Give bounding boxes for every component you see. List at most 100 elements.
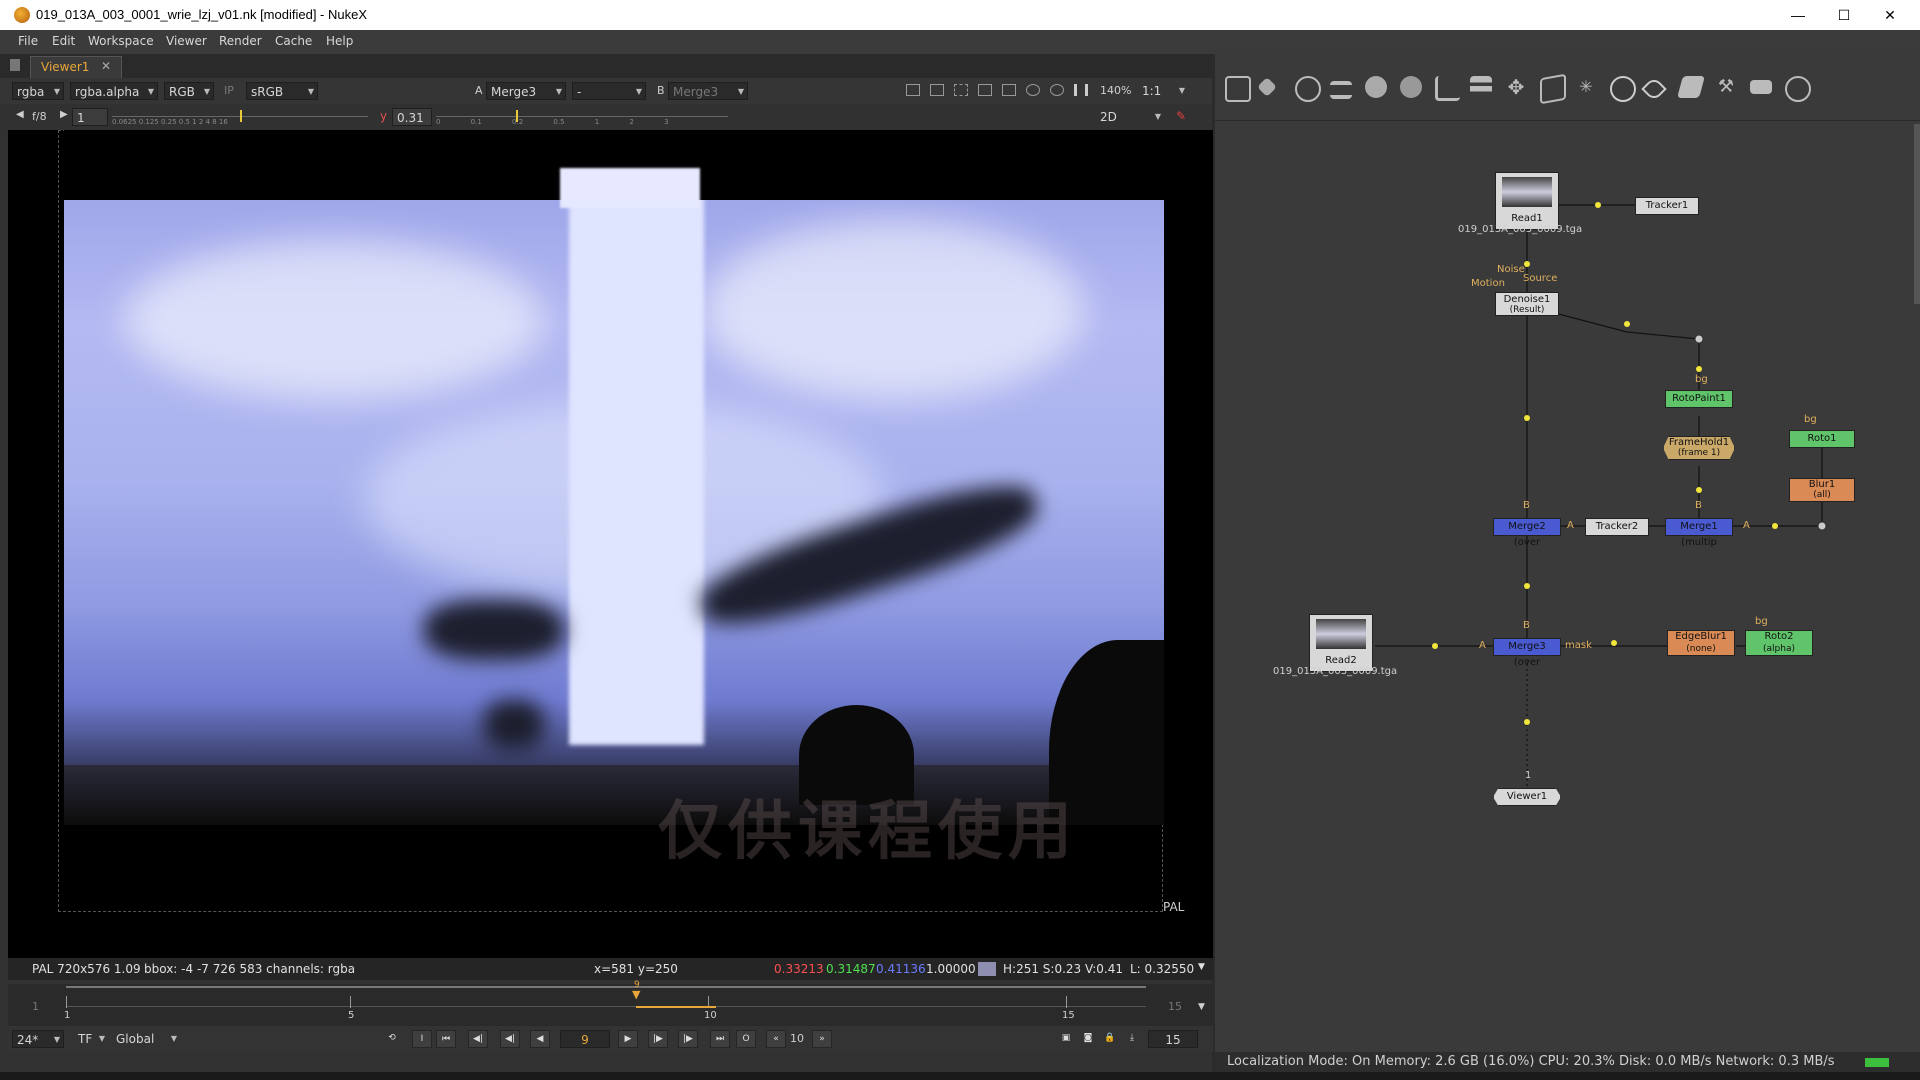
menu-viewer[interactable]: Viewer — [166, 34, 207, 48]
gain-input[interactable]: 1 — [72, 108, 108, 126]
panel-menu-icon[interactable] — [10, 59, 20, 71]
last-frame-icon[interactable]: ⏭ — [710, 1030, 730, 1048]
gamma-input[interactable]: 0.31 — [392, 108, 432, 126]
lut-dropdown[interactable]: sRGB ▼ — [246, 82, 318, 100]
node-tracker2[interactable]: Tracker2 — [1585, 518, 1649, 536]
luma-info: L: 0.32550 — [1130, 962, 1195, 976]
maximize-button[interactable]: ☐ — [1821, 0, 1867, 30]
refresh-icon[interactable] — [1026, 84, 1040, 96]
node-merge2[interactable]: Merge2 (over — [1493, 518, 1561, 548]
clipping-warning-icon[interactable] — [954, 84, 968, 96]
prev-keyframe-icon[interactable]: ◀| — [468, 1030, 488, 1048]
node-blur1[interactable]: Blur1 (all) — [1789, 478, 1855, 502]
wipe-icon[interactable] — [978, 84, 992, 96]
in-point-button[interactable]: I — [412, 1030, 432, 1048]
flipbook-icon[interactable]: ▣ — [1056, 1030, 1076, 1048]
a-input-label: A — [475, 84, 483, 97]
gain-slider-handle[interactable] — [240, 110, 242, 122]
patch-overflow — [560, 168, 700, 208]
current-frame-input[interactable]: 9 — [560, 1030, 610, 1048]
channels-value: rgba — [17, 85, 45, 99]
info-menu-icon[interactable]: ▼ — [1198, 962, 1205, 972]
node-graph-panel[interactable]: ✥ ✳ ⚒ Read1 019_013A_003_0009.tga Tracke… — [1215, 54, 1920, 1054]
fps-dropdown[interactable]: 24* ▼ — [12, 1030, 64, 1048]
proxy-dropdown[interactable]: 1:1 ▼ — [1138, 82, 1188, 100]
node-merge1[interactable]: Merge1 (multip — [1665, 518, 1733, 548]
mask-overlay-icon[interactable] — [930, 84, 944, 96]
close-button[interactable]: ✕ — [1867, 0, 1913, 30]
node-rotopaint1[interactable]: RotoPaint1 — [1665, 390, 1733, 408]
menu-edit[interactable]: Edit — [52, 34, 75, 48]
time-format-dropdown[interactable]: TF ▼ — [74, 1030, 108, 1048]
tab-close-icon[interactable]: ✕ — [101, 59, 111, 73]
paint-pick-icon[interactable]: ✎ — [1176, 109, 1186, 123]
node-viewer1[interactable]: Viewer1 — [1493, 788, 1561, 806]
watermark-text: 仅供课程使用 — [658, 795, 1078, 869]
first-frame-icon[interactable]: ⏮ — [436, 1030, 456, 1048]
skip-forward-icon[interactable]: » — [812, 1030, 832, 1048]
node-roto1[interactable]: Roto1 — [1789, 430, 1855, 448]
menu-render[interactable]: Render — [219, 34, 262, 48]
end-frame-value: 15 — [1165, 1033, 1181, 1047]
play-forward-icon[interactable]: ▶ — [618, 1030, 638, 1048]
fps-value: 24* — [17, 1033, 39, 1047]
skip-frames-value[interactable]: 10 — [790, 1032, 804, 1045]
node-denoise1[interactable]: Denoise1 (Result) — [1495, 292, 1559, 316]
node-read1[interactable]: Read1 — [1495, 172, 1559, 230]
node-tracker1[interactable]: Tracker1 — [1635, 197, 1699, 215]
minimize-button[interactable]: — — [1775, 0, 1821, 30]
play-right-icon[interactable]: ▶ — [60, 109, 68, 120]
viewer-canvas[interactable]: 仅供课程使用 — [8, 130, 1213, 960]
view-mode-dropdown[interactable]: 2D ▼ — [1096, 108, 1164, 126]
nukex-app-icon — [14, 7, 30, 23]
graph-scrollbar[interactable] — [1914, 124, 1920, 304]
menu-file[interactable]: File — [18, 34, 38, 48]
taskbar-strip — [0, 1072, 1920, 1080]
tab-viewer1[interactable]: Viewer1 ✕ — [30, 56, 122, 79]
zoom-value[interactable]: 140% — [1100, 84, 1131, 97]
download-icon[interactable]: ⤓ — [1122, 1030, 1142, 1048]
lock-icon[interactable]: 🔒 — [1100, 1030, 1120, 1048]
roto1-bg-label: bg — [1804, 414, 1817, 425]
framehold1-sub: (frame 1) — [1677, 448, 1721, 458]
timeline-menu-icon[interactable]: ▼ — [1198, 1002, 1205, 1012]
skip-back-icon[interactable]: « — [766, 1030, 786, 1048]
alpha-channel-dropdown[interactable]: rgba.alpha ▼ — [70, 82, 158, 100]
menu-workspace[interactable]: Workspace — [88, 34, 154, 48]
range-dropdown[interactable]: Global ▼ — [112, 1030, 180, 1048]
out-point-button[interactable]: O — [736, 1030, 756, 1048]
end-frame-input[interactable]: 15 — [1148, 1030, 1198, 1048]
read1-thumbnail — [1502, 177, 1552, 207]
merge1-a-label: A — [1743, 520, 1750, 531]
overlay-lines-icon[interactable] — [1002, 84, 1016, 96]
a-input-dropdown[interactable]: Merge3 ▼ — [486, 82, 566, 100]
pause-icon[interactable] — [1074, 84, 1088, 96]
b-input-dropdown[interactable]: Merge3 ▼ — [668, 82, 748, 100]
timeline[interactable]: 1 15 1 5 10 15 ▼ 9 ▼ — [8, 980, 1213, 1026]
gamma-slider[interactable] — [436, 116, 728, 117]
roi-icon[interactable] — [906, 84, 920, 96]
composite-mode-dropdown[interactable]: - ▼ — [572, 82, 646, 100]
gl-settings-icon[interactable] — [1050, 84, 1064, 96]
green-value: 0.31487 — [826, 962, 876, 976]
channels-dropdown[interactable]: rgba ▼ — [12, 82, 64, 100]
node-read2[interactable]: Read2 — [1309, 614, 1373, 672]
menu-cache[interactable]: Cache — [275, 34, 312, 48]
ip-button[interactable]: IP — [224, 84, 234, 97]
node-edgeblur1[interactable]: EdgeBlur1 (none) — [1667, 630, 1735, 656]
node-merge3[interactable]: Merge3 (over — [1493, 638, 1561, 668]
step-forward-icon[interactable]: |▶ — [648, 1030, 668, 1048]
chevron-down-icon: ▼ — [53, 87, 60, 96]
display-dropdown[interactable]: RGB ▼ — [164, 82, 214, 100]
monitor-out-icon[interactable]: ◙ — [1078, 1030, 1098, 1048]
window-title: 019_013A_003_0001_wrie_lzj_v01.nk [modif… — [36, 7, 367, 22]
next-keyframe-icon[interactable]: |▶ — [678, 1030, 698, 1048]
play-left-icon[interactable]: ◀ — [16, 109, 24, 120]
alpha-value: 1.00000 — [926, 962, 976, 976]
menu-help[interactable]: Help — [326, 34, 353, 48]
step-back-icon[interactable]: ◀| — [500, 1030, 520, 1048]
loop-mode-icon[interactable]: ⟲ — [382, 1030, 402, 1048]
node-roto2[interactable]: Roto2 (alpha) — [1745, 630, 1813, 656]
play-backward-icon[interactable]: ◀ — [530, 1030, 550, 1048]
node-framehold1[interactable]: FrameHold1 (frame 1) — [1663, 436, 1735, 460]
